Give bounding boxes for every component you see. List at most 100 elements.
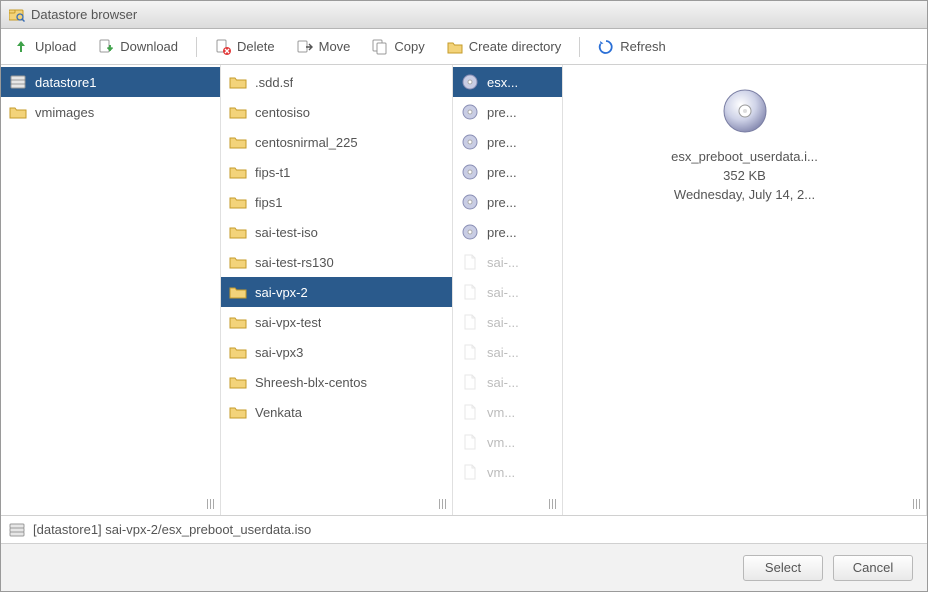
file-row[interactable]: sai-... [453, 307, 562, 337]
folder-row[interactable]: .sdd.sf [221, 67, 452, 97]
row-label: vm... [487, 465, 515, 480]
file-row[interactable]: sai-... [453, 247, 562, 277]
dialog-footer: Select Cancel [1, 543, 927, 591]
folder-row[interactable]: sai-vpx-test [221, 307, 452, 337]
move-icon [297, 39, 313, 55]
file-row[interactable]: sai-... [453, 277, 562, 307]
folder-row[interactable]: sai-test-iso [221, 217, 452, 247]
folder-row[interactable]: Venkata [221, 397, 452, 427]
folder-icon [229, 104, 247, 120]
disc-icon [461, 134, 479, 150]
title-bar: Datastore browser [1, 1, 927, 29]
resize-grip-icon[interactable] [549, 499, 559, 509]
refresh-button[interactable]: Refresh [594, 35, 670, 59]
row-label: sai-vpx-test [255, 315, 321, 330]
status-path: [datastore1] sai-vpx-2/esx_preboot_userd… [33, 522, 311, 537]
row-label: vm... [487, 435, 515, 450]
datastore-browser-window: Datastore browser Upload Download [0, 0, 928, 592]
file-row[interactable]: vm... [453, 427, 562, 457]
row-label: sai-... [487, 285, 519, 300]
folder-row[interactable]: centosnirmal_225 [221, 127, 452, 157]
file-row[interactable]: pre... [453, 127, 562, 157]
folder-icon [229, 164, 247, 180]
delete-icon [215, 39, 231, 55]
folder-row[interactable]: centosiso [221, 97, 452, 127]
row-label: vmimages [35, 105, 94, 120]
resize-grip-icon[interactable] [439, 499, 449, 509]
download-button[interactable]: Download [94, 35, 182, 59]
folder-row[interactable]: sai-vpx3 [221, 337, 452, 367]
folder-icon [229, 134, 247, 150]
row-label: sai-vpx-2 [255, 285, 308, 300]
disc-icon [721, 87, 769, 135]
folder-icon [229, 194, 247, 210]
row-label: pre... [487, 165, 517, 180]
column-folders: .sdd.sf centosiso centosnirmal_225 fips-t1 f… [221, 65, 453, 515]
row-label: vm... [487, 405, 515, 420]
row-label: fips-t1 [255, 165, 290, 180]
copy-icon [372, 39, 388, 55]
disc-icon [461, 74, 479, 90]
refresh-icon [598, 39, 614, 55]
folder-row[interactable]: sai-test-rs130 [221, 247, 452, 277]
file-row[interactable]: pre... [453, 217, 562, 247]
file-row[interactable]: vm... [453, 397, 562, 427]
file-icon [461, 344, 479, 360]
create-directory-button[interactable]: Create directory [443, 35, 565, 59]
search-folder-icon [9, 7, 25, 23]
upload-icon [13, 39, 29, 55]
folder-icon [229, 314, 247, 330]
move-button[interactable]: Move [293, 35, 355, 59]
disc-icon [461, 224, 479, 240]
row-label: centosiso [255, 105, 310, 120]
preview-size: 352 KB [723, 168, 766, 183]
preview-date: Wednesday, July 14, 2... [674, 187, 815, 202]
folder-icon [229, 254, 247, 270]
datastore-row[interactable]: vmimages [1, 97, 220, 127]
resize-grip-icon[interactable] [207, 499, 217, 509]
folder-icon [229, 224, 247, 240]
row-label: sai-test-rs130 [255, 255, 334, 270]
column-datastores: datastore1 vmimages [1, 65, 221, 515]
file-icon [461, 404, 479, 420]
file-row[interactable]: sai-... [453, 367, 562, 397]
folder-icon [229, 404, 247, 420]
folder-icon [9, 104, 27, 120]
row-label: .sdd.sf [255, 75, 293, 90]
toolbar-separator [579, 37, 580, 57]
folder-icon [229, 284, 247, 300]
resize-grip-icon[interactable] [913, 499, 923, 509]
folder-row[interactable]: sai-vpx-2 [221, 277, 452, 307]
row-label: pre... [487, 225, 517, 240]
disc-icon [461, 104, 479, 120]
row-label: Venkata [255, 405, 302, 420]
copy-button[interactable]: Copy [368, 35, 428, 59]
file-row[interactable]: pre... [453, 97, 562, 127]
browser-columns: datastore1 vmimages .sdd.sf centosiso cento… [1, 65, 927, 515]
file-row[interactable]: sai-... [453, 337, 562, 367]
cancel-button[interactable]: Cancel [833, 555, 913, 581]
file-row[interactable]: pre... [453, 187, 562, 217]
folder-row[interactable]: fips1 [221, 187, 452, 217]
row-label: sai-vpx3 [255, 345, 303, 360]
row-label: pre... [487, 105, 517, 120]
file-icon [461, 284, 479, 300]
datastore-icon [9, 523, 25, 537]
folder-row[interactable]: fips-t1 [221, 157, 452, 187]
select-button[interactable]: Select [743, 555, 823, 581]
row-label: fips1 [255, 195, 282, 210]
file-icon [461, 314, 479, 330]
preview-pane: esx_preboot_userdata.i... 352 KB Wednesd… [563, 65, 927, 515]
datastore-row[interactable]: datastore1 [1, 67, 220, 97]
file-row[interactable]: esx... [453, 67, 562, 97]
folder-row[interactable]: Shreesh-blx-centos [221, 367, 452, 397]
file-row[interactable]: vm... [453, 457, 562, 487]
row-label: pre... [487, 135, 517, 150]
folder-icon [229, 344, 247, 360]
row-label: sai-test-iso [255, 225, 318, 240]
delete-button[interactable]: Delete [211, 35, 279, 59]
file-row[interactable]: pre... [453, 157, 562, 187]
row-label: pre... [487, 195, 517, 210]
folder-icon [229, 374, 247, 390]
upload-button[interactable]: Upload [9, 35, 80, 59]
